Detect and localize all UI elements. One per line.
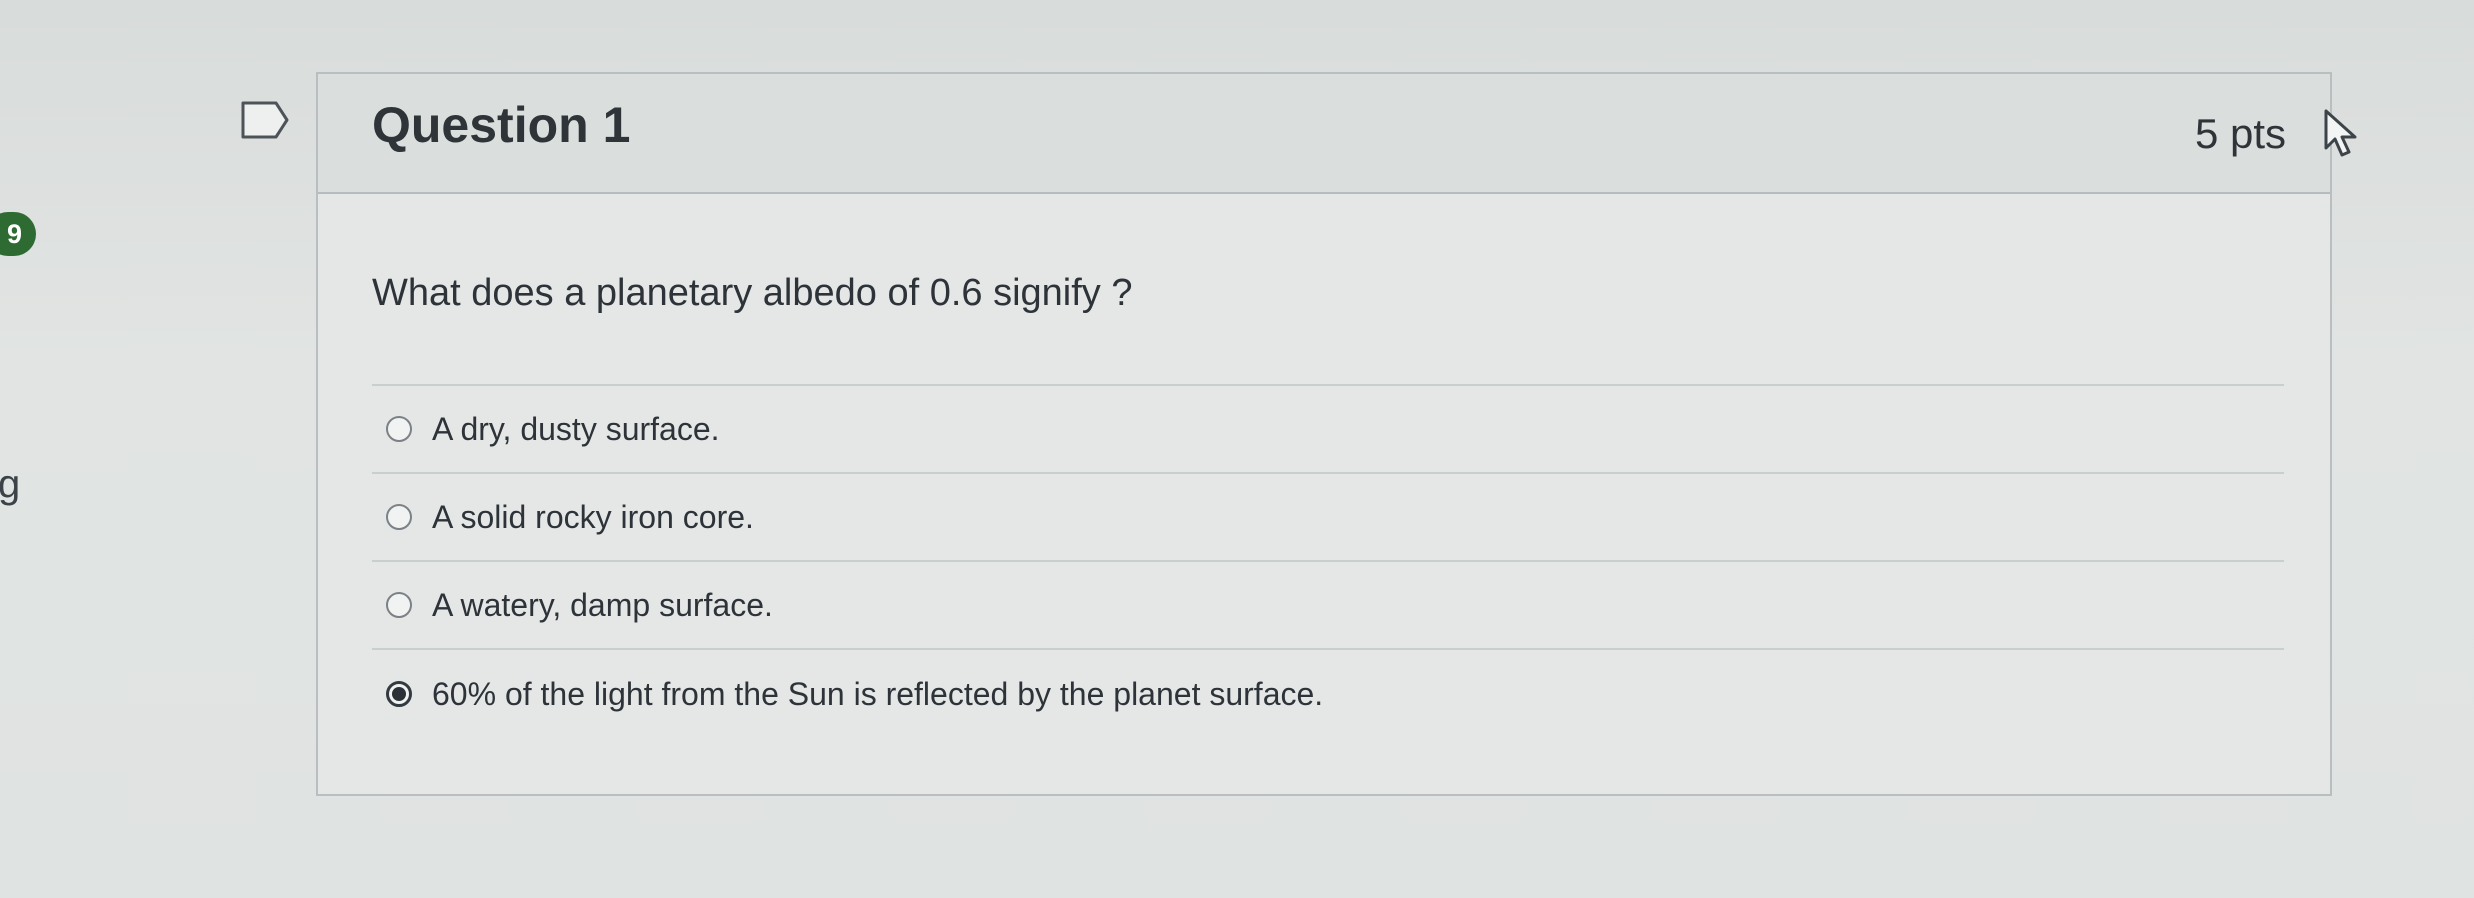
question-points: 5 pts	[2194, 110, 2286, 157]
radio-button[interactable]	[386, 416, 412, 442]
answer-list: A dry, dusty surface. A solid rocky iron…	[372, 384, 2284, 738]
mouse-pointer-icon	[2324, 109, 2357, 157]
answer-option[interactable]: A watery, damp surface.	[372, 562, 2284, 650]
question-card: Question 1 5 pts What does a planetary a…	[316, 72, 2332, 796]
answer-label[interactable]: A watery, damp surface.	[432, 587, 773, 624]
answer-option[interactable]: A dry, dusty surface.	[372, 386, 2284, 474]
radio-button-selected[interactable]	[386, 681, 412, 707]
answer-label[interactable]: A solid rocky iron core.	[432, 499, 754, 536]
question-text: What does a planetary albedo of 0.6 sign…	[372, 272, 1133, 314]
radio-button[interactable]	[386, 504, 412, 530]
question-header: Question 1 5 pts	[318, 74, 2330, 194]
question-title: Question 1	[372, 97, 631, 153]
answer-option-selected[interactable]: 60% of the light from the Sun is reflect…	[372, 650, 2284, 738]
radio-button[interactable]	[386, 592, 412, 618]
side-number-badge[interactable]: 9	[0, 212, 36, 256]
bookmark-flag-icon[interactable]	[240, 100, 290, 140]
answer-label[interactable]: 60% of the light from the Sun is reflect…	[432, 676, 1323, 713]
answer-option[interactable]: A solid rocky iron core.	[372, 474, 2284, 562]
answer-label[interactable]: A dry, dusty surface.	[432, 411, 720, 448]
side-text-fragment: g	[0, 462, 21, 506]
